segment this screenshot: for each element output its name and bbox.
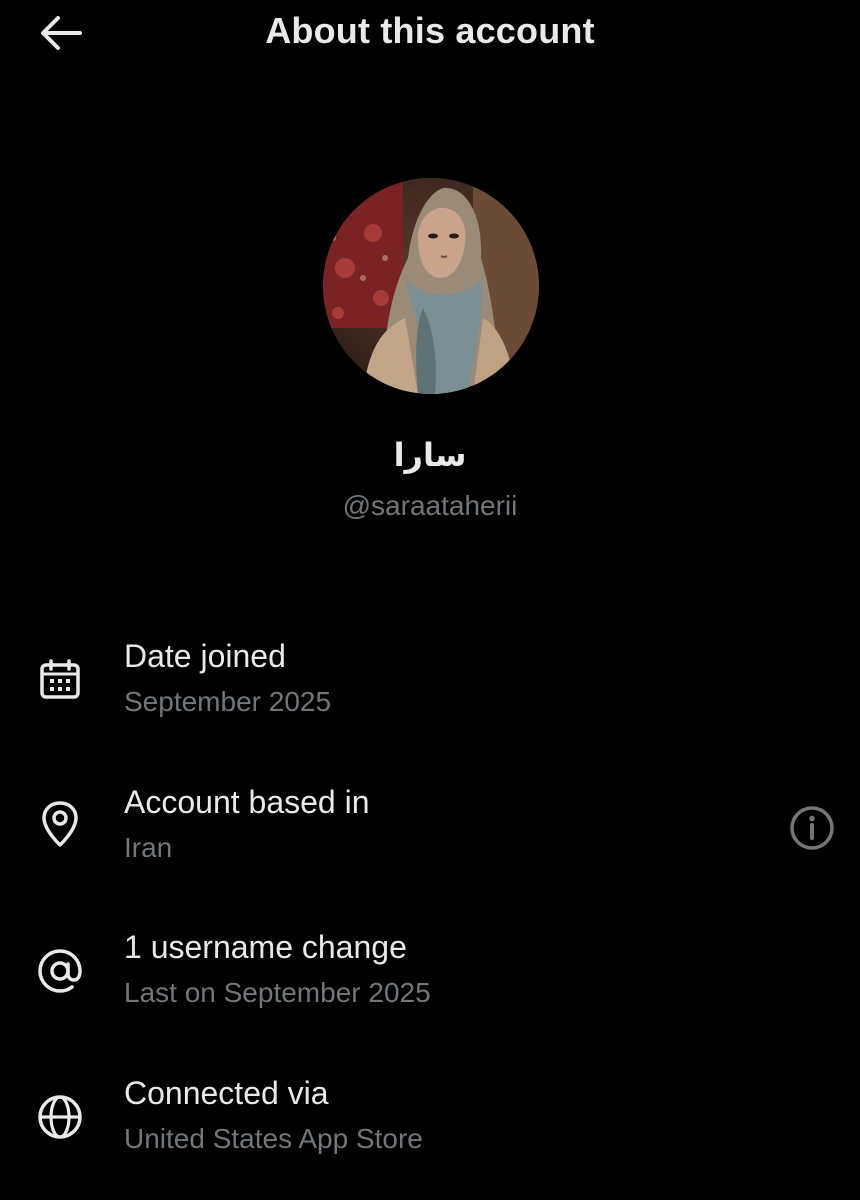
top-bar: About this account	[0, 0, 860, 70]
row-icon-wrapper	[36, 1093, 84, 1141]
row-date-joined: Date joined September 2025	[0, 638, 860, 748]
row-subtitle: Iran	[124, 832, 173, 863]
row-connected-via: Connected via United States App Store	[0, 1075, 860, 1185]
row-title: Connected via	[124, 1075, 329, 1111]
row-subtitle: September 2025	[124, 686, 332, 717]
location-pin-icon	[42, 801, 78, 847]
avatar[interactable]	[323, 178, 539, 394]
calendar-icon	[40, 659, 80, 699]
row-icon-wrapper	[36, 800, 84, 848]
row-username-change: 1 username change Last on September 2025	[0, 929, 860, 1039]
row-icon-wrapper	[36, 656, 84, 704]
globe-icon	[38, 1095, 82, 1139]
display-name: سارا	[393, 436, 467, 474]
info-button[interactable]	[786, 802, 838, 854]
username-handle: @saraataherii	[342, 490, 518, 521]
row-icon-wrapper	[36, 947, 84, 995]
row-account-based-in: Account based in Iran	[0, 784, 860, 894]
profile-photo	[323, 178, 539, 394]
row-subtitle: United States App Store	[124, 1123, 423, 1154]
page-title: About this account	[265, 10, 595, 51]
row-subtitle: Last on September 2025	[124, 977, 431, 1008]
at-sign-icon	[38, 949, 82, 993]
row-title: 1 username change	[124, 929, 407, 965]
row-title: Date joined	[124, 638, 286, 674]
row-title: Account based in	[124, 784, 370, 820]
info-icon	[790, 806, 834, 850]
